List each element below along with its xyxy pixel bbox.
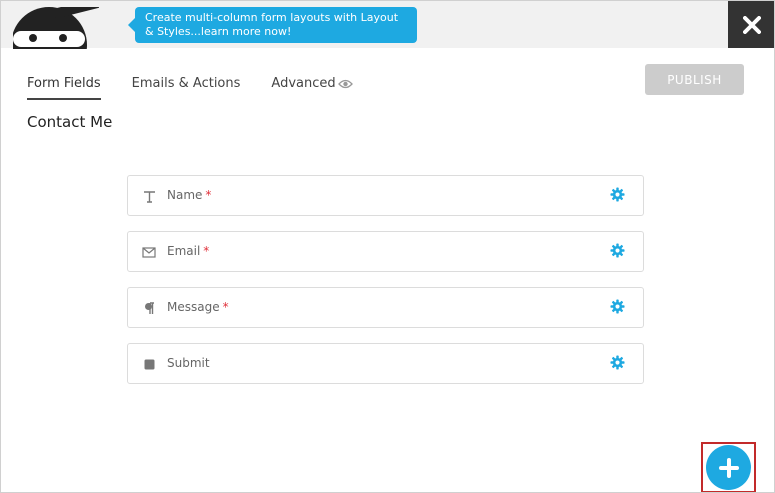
gear-icon[interactable] [610, 355, 625, 370]
gear-icon[interactable] [610, 243, 625, 258]
close-button[interactable] [728, 1, 774, 48]
field-email[interactable]: Email * [127, 231, 644, 272]
field-label: Submit [167, 356, 210, 370]
button-icon [142, 357, 156, 371]
ninja-mascot-icon [13, 7, 99, 49]
field-name[interactable]: Name * [127, 175, 644, 216]
field-message[interactable]: Message * [127, 287, 644, 328]
add-field-button[interactable] [706, 445, 751, 490]
tab-emails-actions[interactable]: Emails & Actions [132, 76, 241, 98]
tab-form-fields[interactable]: Form Fields [27, 76, 101, 100]
text-icon [142, 189, 156, 203]
close-icon [743, 15, 761, 34]
tab-advanced[interactable]: Advanced [271, 76, 335, 98]
publish-button[interactable]: PUBLISH [645, 64, 744, 95]
plus-icon [718, 457, 739, 478]
top-bar: Create multi-column form layouts with La… [1, 1, 774, 49]
field-label: Message * [167, 300, 229, 314]
layout-promo-tooltip[interactable]: Create multi-column form layouts with La… [128, 7, 417, 43]
eye-icon[interactable] [338, 79, 353, 89]
form-title: Contact Me [27, 113, 113, 131]
envelope-icon [142, 245, 156, 259]
paragraph-icon [142, 301, 156, 315]
tab-bar: Form Fields Emails & Actions Advanced [27, 76, 367, 100]
tooltip-text: Create multi-column form layouts with La… [145, 11, 399, 38]
gear-icon[interactable] [610, 187, 625, 202]
field-submit[interactable]: Submit [127, 343, 644, 384]
gear-icon[interactable] [610, 299, 625, 314]
form-builder-window: Create multi-column form layouts with La… [0, 0, 775, 493]
field-label: Name * [167, 188, 212, 202]
field-label: Email * [167, 244, 210, 258]
